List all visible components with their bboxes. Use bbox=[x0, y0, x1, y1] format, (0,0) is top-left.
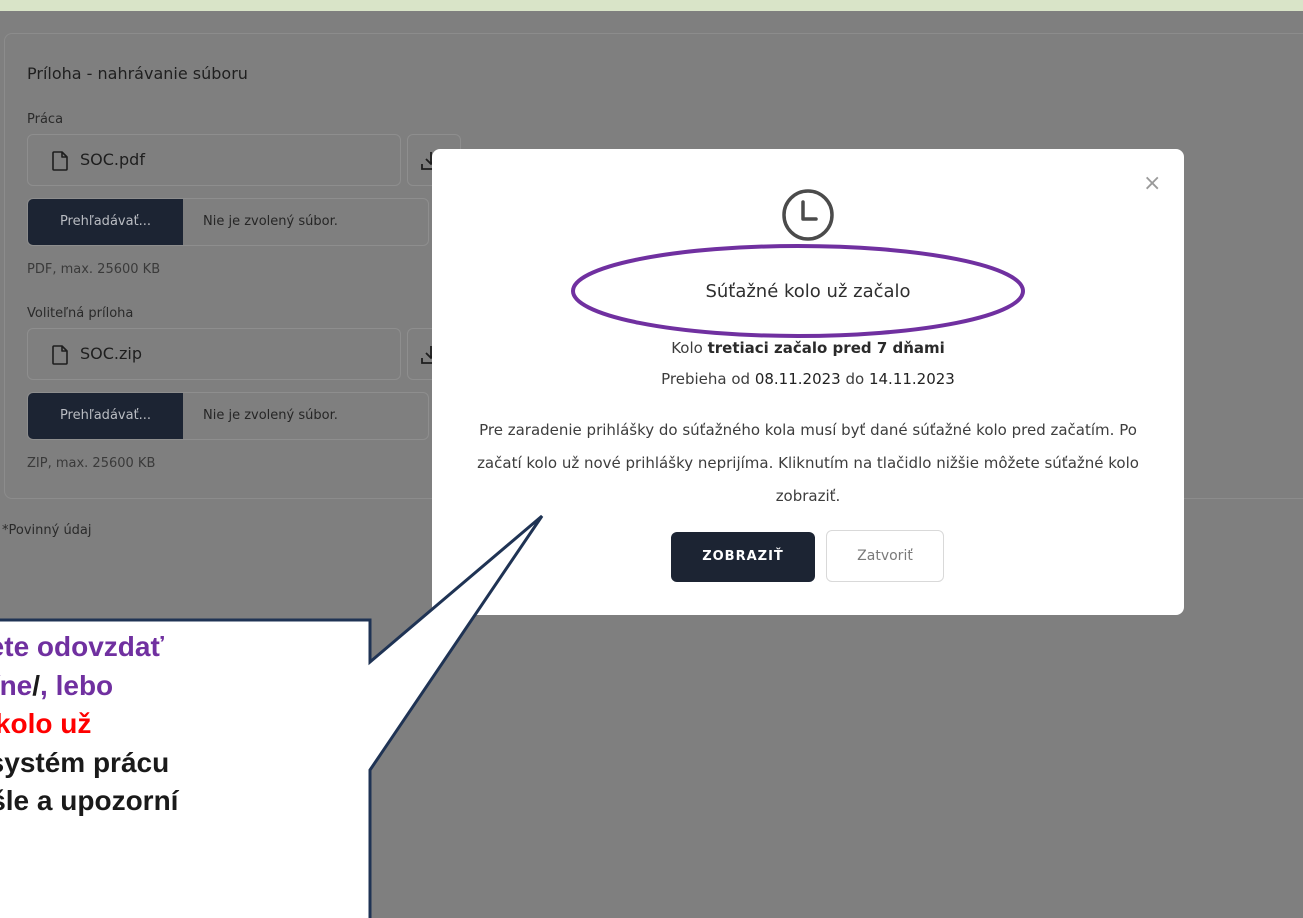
callout-line-4: o, systém prácu bbox=[0, 746, 170, 778]
work-file-hint: PDF, max. 25600 KB bbox=[27, 262, 161, 277]
dialog-description: Pre zaradenie prihlášky do súťažného kol… bbox=[477, 421, 1139, 505]
callout-line-1: knete odovzdať bbox=[0, 631, 164, 662]
work-file-input[interactable]: Prehľadávať... Nie je zvolený súbor. bbox=[27, 198, 429, 246]
work-file-name: SOC.pdf bbox=[80, 150, 145, 169]
optional-file-input[interactable]: Prehľadávať... Nie je zvolený súbor. bbox=[27, 392, 429, 440]
optional-uploaded-file[interactable]: SOC.zip bbox=[27, 328, 401, 380]
date-to: 14.11.2023 bbox=[868, 370, 955, 388]
callout-line-2: rmíne/, lebo bbox=[0, 669, 114, 701]
work-browse-button[interactable]: Prehľadávať... bbox=[28, 199, 183, 245]
close-icon[interactable]: × bbox=[1143, 173, 1161, 195]
work-uploaded-file[interactable]: SOC.pdf bbox=[27, 134, 401, 186]
section-title: Príloha - nahrávanie súboru bbox=[27, 64, 248, 83]
document-icon bbox=[52, 345, 68, 369]
callout-line-5: pošle a upozorní bbox=[0, 785, 179, 816]
work-no-file-text: Nie je zvolený súbor. bbox=[203, 214, 338, 229]
round-started-dialog: × Súťažné kolo už začalo Kolo tretiaci z… bbox=[432, 149, 1184, 615]
document-icon bbox=[52, 151, 68, 175]
date-from: 08.11.2023 bbox=[754, 370, 841, 388]
callout-line-3: ké kolo už bbox=[0, 708, 92, 739]
round-name: tretiaci začalo pred 7 dňami bbox=[707, 339, 945, 357]
optional-file-name: SOC.zip bbox=[80, 344, 143, 363]
round-dates-text: Prebieha od 08.11.2023 do 14.11.2023 bbox=[661, 370, 955, 388]
required-field-note: *Povinný údaj bbox=[2, 523, 92, 538]
dialog-title: Súťažné kolo už začalo bbox=[705, 281, 911, 302]
clock-icon bbox=[778, 185, 838, 249]
optional-browse-button[interactable]: Prehľadávať... bbox=[28, 393, 183, 439]
work-field-label: Práca bbox=[27, 112, 64, 127]
optional-no-file-text: Nie je zvolený súbor. bbox=[203, 408, 338, 423]
callout-annotation-text: knete odovzdať rmíne/, lebo ké kolo už o… bbox=[0, 628, 376, 821]
close-dialog-button[interactable]: Zatvoriť bbox=[826, 530, 944, 582]
optional-field-label: Voliteľná príloha bbox=[27, 306, 134, 321]
optional-file-hint: ZIP, max. 25600 KB bbox=[27, 456, 156, 471]
show-round-button[interactable]: ZOBRAZIŤ bbox=[671, 532, 815, 582]
round-status-text: Kolo tretiaci začalo pred 7 dňami bbox=[671, 339, 945, 357]
